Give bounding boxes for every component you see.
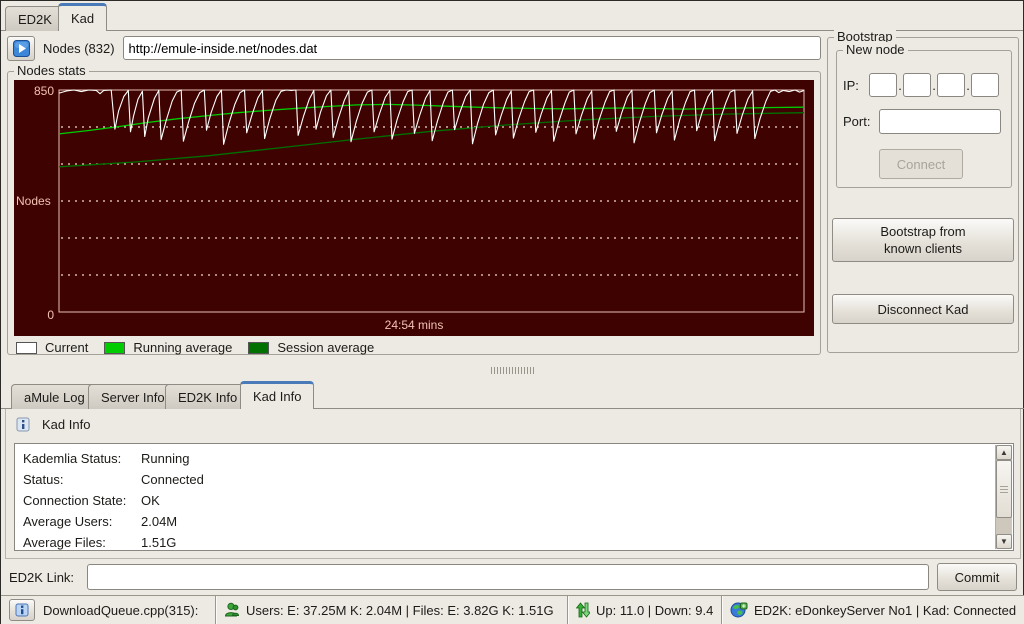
scrollbar-thumb[interactable]	[996, 460, 1012, 518]
tab-amule-log[interactable]: aMule Log	[11, 384, 98, 409]
tab-kad-label: Kad	[71, 11, 95, 26]
users-icon	[224, 602, 240, 618]
disconnect-kad-label: Disconnect Kad	[877, 301, 969, 317]
legend-label-session-average: Session average	[277, 340, 375, 355]
port-row: Port:	[843, 109, 1001, 134]
info-tabstrip: aMule Log Server Info ED2K Info Kad Info	[1, 379, 1024, 409]
info-row-value: 1.51G	[141, 535, 177, 550]
tab-server-info-label: Server Info	[101, 389, 165, 405]
main-tabstrip: ED2K Kad	[1, 1, 1023, 31]
info-row: Status: Connected	[23, 469, 989, 490]
info-row-value: Running	[141, 451, 190, 466]
nodes-url-row: Nodes (832)	[7, 35, 821, 61]
ip-octet-2-input[interactable]	[903, 73, 931, 97]
kad-info-page: Kad Info Kademlia Status: Running Status…	[5, 409, 1021, 559]
kad-info-panel: Kademlia Status: Running Status: Connect…	[14, 443, 1014, 551]
info-row-label: Average Users:	[23, 514, 113, 529]
legend-swatch-session-average	[248, 341, 270, 354]
scroll-up-icon[interactable]: ▲	[996, 445, 1012, 460]
nodes-stats-group: Nodes stats 850 Nodes 0 24:54 mins Curre…	[7, 63, 821, 355]
tab-ed2k-info-label: ED2K Info	[178, 389, 238, 405]
ed2k-link-input[interactable]	[87, 564, 929, 590]
commit-button-label: Commit	[954, 569, 1000, 585]
chart-legend: Current Running average Session average	[16, 340, 384, 355]
port-label: Port:	[843, 114, 871, 129]
info-row-value: Connected	[141, 472, 204, 487]
nodes-chart-svg	[58, 89, 805, 313]
horizontal-splitter[interactable]	[1, 361, 1024, 379]
legend-label-current: Current	[45, 340, 89, 355]
tab-amule-log-label: aMule Log	[24, 389, 85, 405]
nodes-url-input[interactable]	[122, 36, 821, 60]
info-icon	[15, 603, 29, 617]
ip-octet-4-input[interactable]	[971, 73, 999, 97]
connect-button-label: Connect	[896, 156, 946, 172]
kad-info-rows: Kademlia Status: Running Status: Connect…	[23, 448, 989, 553]
status-bar: DownloadQueue.cpp(315): Users: E: 37.25M…	[1, 595, 1024, 624]
connect-button[interactable]: Connect	[879, 149, 963, 179]
info-row-value: OK	[141, 493, 160, 508]
info-row: Kademlia Status: Running	[23, 448, 989, 469]
scroll-down-icon[interactable]: ▼	[996, 534, 1012, 549]
nodes-chart: 850 Nodes 0 24:54 mins	[14, 80, 814, 336]
tab-kad[interactable]: Kad	[58, 3, 108, 31]
kad-info-title: Kad Info	[42, 417, 91, 432]
network-globe-icon	[730, 602, 748, 618]
ed2k-link-row: ED2K Link: Commit	[1, 559, 1024, 595]
commit-button[interactable]: Commit	[937, 563, 1017, 591]
play-download-icon	[12, 39, 30, 57]
info-row-label: Status:	[23, 472, 64, 487]
status-users-segment: Users: E: 37.25M K: 2.04M | Files: E: 3.…	[215, 596, 567, 624]
tab-ed2k[interactable]: ED2K	[5, 6, 65, 31]
update-nodes-button[interactable]	[7, 35, 35, 61]
info-row: Connection State: OK	[23, 490, 989, 511]
tab-ed2k-label: ED2K	[18, 11, 52, 27]
kad-info-header: Kad Info	[16, 417, 90, 432]
y-axis-title: Nodes	[16, 194, 51, 208]
status-network-text: ED2K: eDonkeyServer No1 | Kad: Connected	[754, 602, 1017, 618]
tab-ed2k-info[interactable]: ED2K Info	[165, 384, 251, 409]
info-row-label: Average Files:	[23, 535, 106, 550]
bootstrap-known-clients-button[interactable]: Bootstrap from known clients	[832, 218, 1014, 262]
splitter-grip-icon	[491, 366, 535, 374]
info-row-label: Connection State:	[23, 493, 127, 508]
legend-label-running-average: Running average	[133, 340, 233, 355]
status-log-text: DownloadQueue.cpp(315):	[43, 602, 199, 618]
tab-kad-info[interactable]: Kad Info	[240, 381, 315, 409]
bootstrap-line1: Bootstrap from	[880, 224, 966, 239]
info-row-label: Kademlia Status:	[23, 451, 122, 466]
new-node-group: New node IP: . . . Port: Connect	[836, 42, 1012, 188]
status-network-segment: ED2K: eDonkeyServer No1 | Kad: Connected	[721, 596, 1024, 624]
y-axis-max-label: 850	[33, 84, 54, 98]
bootstrap-line2: known clients	[883, 241, 963, 256]
port-input[interactable]	[879, 109, 1001, 134]
disconnect-kad-button[interactable]: Disconnect Kad	[832, 294, 1014, 324]
info-icon	[16, 417, 30, 432]
legend-swatch-running-average	[104, 341, 126, 354]
log-info-button[interactable]	[9, 599, 35, 621]
status-speed-segment: Up: 11.0 | Down: 9.4	[567, 596, 721, 624]
nodes-count-label: Nodes (832)	[43, 40, 115, 56]
status-users-text: Users: E: 37.25M K: 2.04M | Files: E: 3.…	[246, 602, 554, 618]
kad-page: Nodes (832) Nodes stats 850 Nodes 0 24:5…	[1, 29, 1024, 361]
ip-row: IP: . . .	[843, 73, 999, 97]
ip-octet-1-input[interactable]	[869, 73, 897, 97]
up-down-arrows-icon	[576, 602, 590, 618]
ip-octet-3-input[interactable]	[937, 73, 965, 97]
info-row: Average Files: 1.51G	[23, 532, 989, 553]
tab-kad-info-label: Kad Info	[253, 389, 302, 404]
nodes-stats-group-label: Nodes stats	[14, 63, 89, 78]
x-axis-label: 24:54 mins	[384, 318, 444, 332]
status-log-segment: DownloadQueue.cpp(315):	[1, 596, 215, 624]
bootstrap-group: Bootstrap New node IP: . . . Port: Conne…	[827, 29, 1019, 353]
info-row: Average Users: 2.04M	[23, 511, 989, 532]
new-node-group-label: New node	[843, 42, 908, 57]
info-row-value: 2.04M	[141, 514, 178, 529]
legend-swatch-current	[16, 341, 37, 354]
ip-label: IP:	[843, 77, 859, 93]
ed2k-link-label: ED2K Link:	[9, 569, 75, 585]
bootstrap-known-clients-label: Bootstrap from known clients	[880, 223, 965, 257]
info-scrollbar[interactable]: ▲ ▼	[995, 445, 1012, 549]
status-speed-text: Up: 11.0 | Down: 9.4	[596, 602, 714, 618]
